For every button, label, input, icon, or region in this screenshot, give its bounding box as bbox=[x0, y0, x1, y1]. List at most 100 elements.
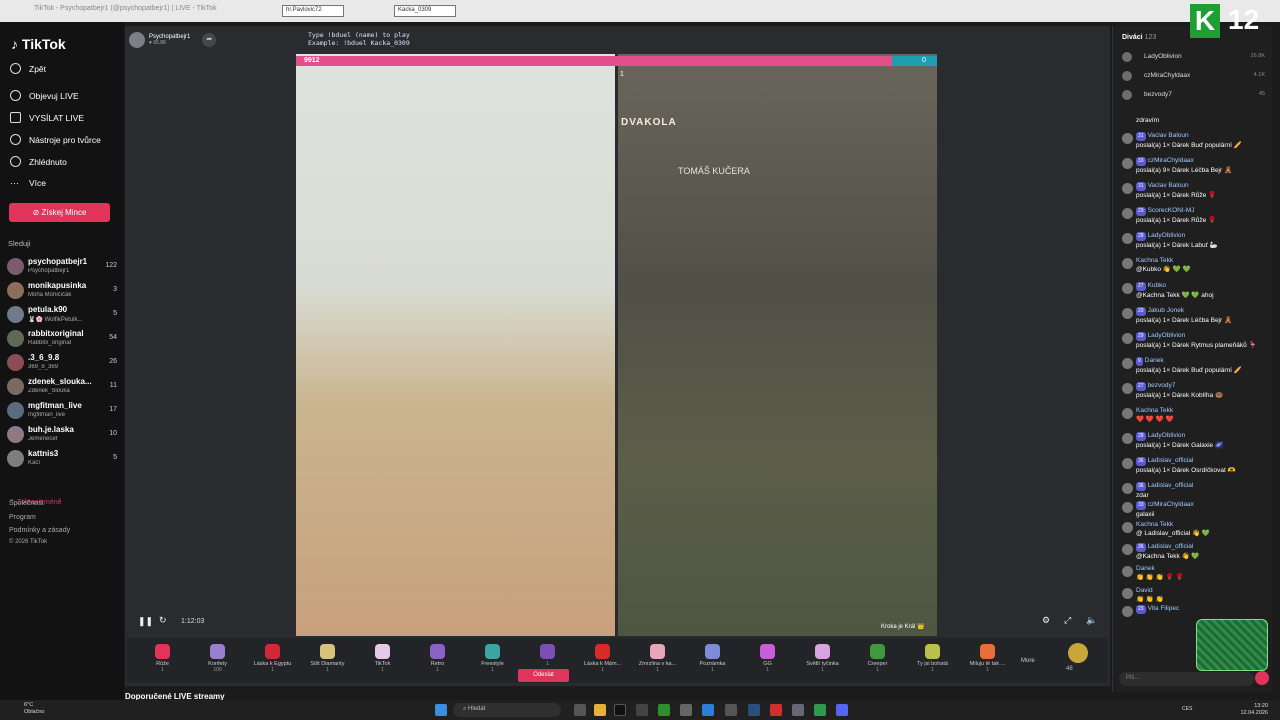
gift-item[interactable]: Freestyle 1 bbox=[465, 638, 520, 683]
share-icon[interactable]: ➦ bbox=[202, 33, 217, 47]
weather-widget[interactable]: 6°C Oblačno bbox=[24, 702, 45, 716]
chat-user[interactable]: czMiraChyldaax bbox=[1148, 157, 1194, 164]
chat-user[interactable]: Kachna Tekk bbox=[1136, 521, 1173, 528]
browser-url[interactable]: TikTok - Psychopatbejr1 (@psychopatbejr1… bbox=[34, 5, 217, 12]
nav-go-live[interactable]: VYSÍLAT LIVE bbox=[10, 112, 84, 123]
system-clock[interactable]: 13:20 12.04.2026 bbox=[1240, 703, 1268, 717]
chat-user[interactable]: bezvody7 bbox=[1148, 382, 1176, 389]
nav-history[interactable]: Zhlédnuto bbox=[10, 156, 67, 167]
chat-user[interactable]: Jakub Jonek bbox=[1148, 307, 1185, 314]
host-video[interactable] bbox=[296, 54, 615, 636]
chat-message: 20 Jakub Jonek poslal(a) 1× Dárek Léčba Be… bbox=[1113, 306, 1273, 331]
chat-user[interactable]: czMiraChyldaax bbox=[1148, 501, 1194, 508]
gift-item[interactable]: Zmrzlina v ka... 1 bbox=[630, 638, 685, 683]
tab-2[interactable]: Kacka_0309 bbox=[394, 5, 456, 17]
gift-item[interactable]: Ty jsi bohatá 1 bbox=[905, 638, 960, 683]
tiktok-app-icon[interactable] bbox=[614, 704, 626, 716]
file-explorer-icon[interactable] bbox=[594, 704, 606, 716]
gift-item[interactable]: Láska k Mám... 1 bbox=[575, 638, 630, 683]
chat-input[interactable]: Piš... bbox=[1119, 672, 1254, 686]
edge-icon[interactable] bbox=[702, 704, 714, 716]
chat-user[interactable]: Ladislav_official bbox=[1148, 457, 1194, 464]
chat-user[interactable]: Danek bbox=[1145, 357, 1164, 364]
app-icon[interactable] bbox=[725, 704, 737, 716]
avatar bbox=[1122, 158, 1133, 169]
app-icon[interactable] bbox=[792, 704, 804, 716]
gift-item[interactable]: Poznámka 1 bbox=[685, 638, 740, 683]
host-info[interactable]: Psychopatbejr1 ♥ 65.8K ➦ bbox=[129, 30, 217, 50]
refresh-icon[interactable]: ↻ bbox=[159, 615, 167, 626]
chat-user[interactable]: Ladislav_official bbox=[1148, 482, 1194, 489]
opera-icon[interactable] bbox=[770, 704, 782, 716]
avatar bbox=[1122, 208, 1133, 219]
chat-user[interactable]: Danek bbox=[1136, 565, 1155, 572]
coin-balance-icon[interactable] bbox=[1068, 643, 1088, 663]
tab-1[interactable]: hr.Pavlovic72 bbox=[282, 5, 344, 17]
opponent-video[interactable]: DVAKOLA TOMÁŠ KUČERA bbox=[618, 54, 937, 636]
following-item[interactable]: rabbitxoriginal Rabbitx_original 54 bbox=[7, 328, 119, 350]
top-viewer[interactable]: czMiraChyldaax 4.1K bbox=[1122, 69, 1267, 85]
following-item[interactable]: .3_6_9.8 369_8_369 26 bbox=[7, 352, 119, 374]
discord-icon[interactable] bbox=[836, 704, 848, 716]
volume-icon[interactable]: 🔈 bbox=[1086, 615, 1097, 626]
steam-icon[interactable] bbox=[748, 704, 760, 716]
gift-item[interactable]: GG 1 bbox=[740, 638, 795, 683]
app-icon[interactable] bbox=[680, 704, 692, 716]
nav-back[interactable]: Zpět bbox=[10, 63, 46, 74]
following-item[interactable]: mgfitman_live mgfitman_live 17 bbox=[7, 400, 119, 422]
heart-icon[interactable] bbox=[1255, 671, 1269, 685]
nav-explore-live[interactable]: Objevuj LIVE bbox=[10, 90, 79, 101]
chat-user[interactable]: Kachna Tekk bbox=[1136, 407, 1173, 414]
host-avatar[interactable] bbox=[129, 32, 145, 48]
following-item[interactable]: monikapusinka Moňa Moničičák 3 bbox=[7, 280, 119, 302]
chat-message: 36 Ladislav_official @Kachna Tekk 👋 💚 bbox=[1113, 542, 1273, 564]
gift-item[interactable]: Konfety 100 bbox=[190, 638, 245, 683]
following-item[interactable]: buh.je.laska Jemenecef 10 bbox=[7, 424, 119, 446]
get-coins-button[interactable]: ⊘ Získej Mince bbox=[9, 203, 110, 222]
more-gifts-button[interactable]: More bbox=[1021, 658, 1035, 664]
chat-user[interactable]: Kachna Tekk bbox=[1136, 257, 1173, 264]
chat-user[interactable]: Vita Filipec bbox=[1148, 605, 1180, 612]
chat-user[interactable]: Kubko bbox=[1148, 282, 1166, 289]
start-icon[interactable] bbox=[435, 704, 447, 716]
gift-item[interactable]: Creeper 1 bbox=[850, 638, 905, 683]
task-view-icon[interactable] bbox=[574, 704, 586, 716]
following-item[interactable]: kattnis3 Kačí 5 bbox=[7, 448, 119, 470]
gift-item[interactable]: Retro 1 bbox=[410, 638, 465, 683]
send-gift-button[interactable]: Odeslat bbox=[518, 669, 569, 682]
gift-item[interactable]: Růže 1 bbox=[135, 638, 190, 683]
tiktok-logo[interactable]: ♪ TikTok bbox=[11, 36, 66, 52]
pause-icon[interactable]: ❚❚ bbox=[138, 616, 153, 627]
nav-more[interactable]: ··· Více bbox=[10, 178, 46, 188]
settings-icon[interactable]: ⚙ bbox=[1042, 615, 1050, 626]
gift-item[interactable]: Šišt Diamanty 1 bbox=[300, 638, 355, 683]
footer-program[interactable]: Program bbox=[9, 514, 36, 521]
tools-icon bbox=[10, 134, 21, 145]
footer-terms[interactable]: Podmínky a zásady bbox=[9, 527, 70, 534]
following-item[interactable]: psychopatbejr1 Psychopatbejr1 122 bbox=[7, 256, 119, 278]
xbox-icon[interactable] bbox=[658, 704, 670, 716]
fullscreen-icon[interactable]: ⤢ bbox=[1064, 615, 1071, 626]
chat-user[interactable]: ScorecKONI-MJ bbox=[1148, 207, 1195, 214]
chat-user[interactable]: LadyOblivion bbox=[1148, 232, 1186, 239]
chat-user[interactable]: David bbox=[1136, 587, 1153, 594]
gift-item[interactable]: TikTok 1 bbox=[355, 638, 410, 683]
chat-user[interactable]: Ladislav_official bbox=[1148, 543, 1194, 550]
gift-item[interactable]: Miluju tě tak ... 1 bbox=[960, 638, 1015, 683]
following-item[interactable]: zdenek_slouka... Zdenek_Slouka 11 bbox=[7, 376, 119, 398]
language-indicator[interactable]: CES bbox=[1182, 706, 1192, 712]
gift-item[interactable]: Láska k Egyptu 1 bbox=[245, 638, 300, 683]
footer-company[interactable]: Společnost bbox=[9, 500, 44, 507]
chat-user[interactable]: Vaclav Baloun bbox=[1148, 132, 1189, 139]
taskbar-search[interactable]: ⌕ Hledat bbox=[453, 703, 561, 717]
settings-app-icon[interactable] bbox=[636, 704, 648, 716]
chat-user[interactable]: LadyOblivion bbox=[1148, 432, 1186, 439]
nav-creator-tools[interactable]: Nástroje pro tvůrce bbox=[10, 134, 101, 145]
media-icon[interactable] bbox=[814, 704, 826, 716]
gift-item[interactable]: Světlí tyčinka 1 bbox=[795, 638, 850, 683]
chat-user[interactable]: Vaclav Baloun bbox=[1148, 182, 1189, 189]
top-viewer[interactable]: LadyOblivion 26.8K bbox=[1122, 50, 1267, 66]
chat-user[interactable]: LadyOblivion bbox=[1148, 332, 1186, 339]
top-viewer[interactable]: bezvody7 45 bbox=[1122, 88, 1267, 104]
following-item[interactable]: petula.k90 🐰🌸 WolfikPetulk... 5 bbox=[7, 304, 119, 326]
